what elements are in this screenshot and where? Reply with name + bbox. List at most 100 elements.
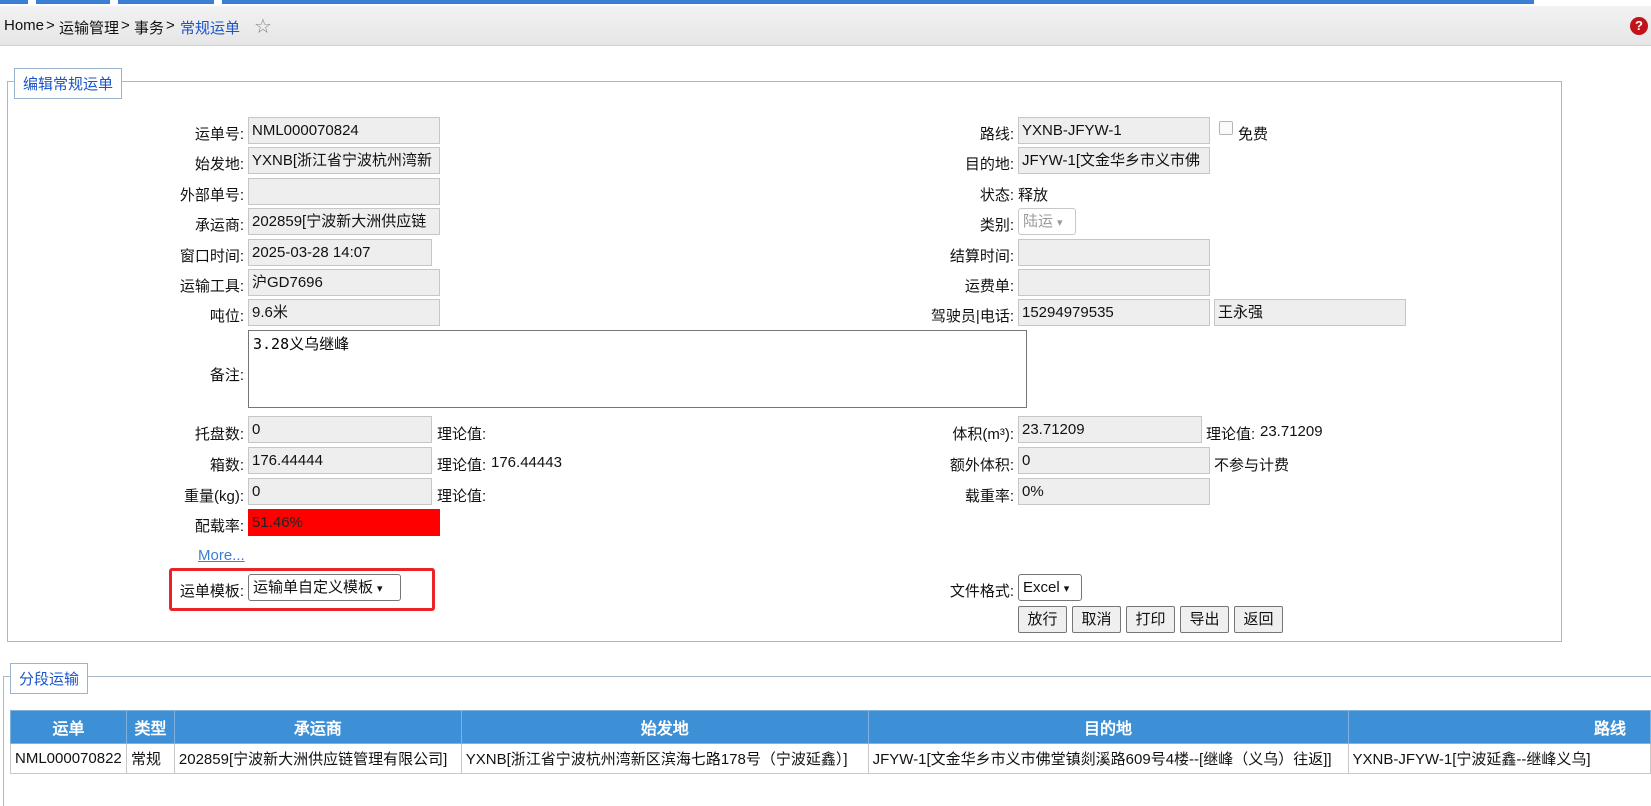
driver-phone-field[interactable]: 15294979535 bbox=[1018, 299, 1210, 326]
category-label: 类别: bbox=[979, 217, 1014, 234]
origin-label: 始发地: bbox=[194, 156, 244, 173]
volume-field[interactable]: 23.71209 bbox=[1018, 416, 1202, 443]
vehicle-field[interactable]: 沪GD7696 bbox=[248, 269, 440, 296]
pallets-theory-label: 理论值: bbox=[437, 426, 487, 443]
status-label: 状态: bbox=[979, 187, 1014, 204]
weight-label: 重量(kg): bbox=[183, 488, 244, 505]
cell-carrier: 202859[宁波新大洲供应链管理有限公司] bbox=[173, 743, 462, 774]
status-value: 释放 bbox=[1018, 187, 1049, 204]
external-no-label: 外部单号: bbox=[179, 187, 244, 204]
table-header-row: 运单 类型 承运商 始发地 目的地 路线 bbox=[10, 710, 1651, 744]
star-icon[interactable]: ☆ bbox=[254, 14, 272, 39]
breadcrumb-current: 常规运单 bbox=[180, 20, 241, 37]
waybill-no-label: 运单号: bbox=[194, 126, 244, 143]
remark-textarea[interactable]: 3.28义乌继峰 bbox=[248, 330, 1027, 408]
segment-legend: 分段运输 bbox=[10, 663, 89, 694]
tab-indicator-active bbox=[118, 0, 214, 4]
volume-label: 体积(m³): bbox=[952, 426, 1014, 443]
pallets-label: 托盘数: bbox=[194, 426, 244, 443]
tonnage-field[interactable]: 9.6米 bbox=[248, 299, 440, 326]
free-checkbox[interactable] bbox=[1219, 121, 1233, 135]
chevron-down-icon: ▾ bbox=[1063, 583, 1070, 595]
load-rate-field[interactable]: 0% bbox=[1018, 478, 1210, 505]
vehicle-label: 运输工具: bbox=[179, 278, 244, 295]
breadcrumb-home[interactable]: Home bbox=[4, 17, 44, 34]
external-no-field[interactable] bbox=[248, 178, 440, 205]
category-select-value: 陆运 bbox=[1023, 213, 1054, 230]
print-button[interactable]: 打印 bbox=[1126, 606, 1175, 633]
window-time-field[interactable]: 2025-03-28 14:07 bbox=[248, 239, 432, 266]
file-format-label: 文件格式: bbox=[949, 583, 1014, 600]
release-button[interactable]: 放行 bbox=[1018, 606, 1067, 633]
back-button[interactable]: 返回 bbox=[1234, 606, 1283, 633]
fill-rate-field[interactable]: 51.46% bbox=[248, 509, 440, 536]
driver-label: 驾驶员|电话: bbox=[930, 308, 1014, 325]
cell-type: 常规 bbox=[125, 743, 175, 774]
destination-label: 目的地: bbox=[964, 156, 1014, 173]
boxes-field[interactable]: 176.44444 bbox=[248, 447, 432, 474]
category-select[interactable]: 陆运 ▾ bbox=[1018, 208, 1076, 235]
weight-theory-label: 理论值: bbox=[437, 488, 487, 505]
column-header-carrier[interactable]: 承运商 bbox=[173, 710, 462, 744]
origin-field[interactable]: YXNB[浙江省宁波杭州湾新 bbox=[248, 147, 440, 174]
extra-volume-note: 不参与计费 bbox=[1214, 457, 1290, 474]
breadcrumb-separator: > bbox=[46, 17, 55, 34]
help-icon[interactable]: ? bbox=[1630, 17, 1648, 35]
edit-waybill-legend: 编辑常规运单 bbox=[14, 68, 123, 99]
driver-name-field[interactable]: 王永强 bbox=[1214, 299, 1406, 326]
column-header-waybill[interactable]: 运单 bbox=[10, 710, 127, 744]
carrier-label: 承运商: bbox=[194, 217, 244, 234]
file-format-select-value: Excel bbox=[1023, 579, 1060, 596]
cancel-button[interactable]: 取消 bbox=[1072, 606, 1121, 633]
breadcrumb: Home > 运输管理 > 事务 > 常规运单 ☆ ? bbox=[0, 6, 1651, 46]
column-header-route[interactable]: 路线 bbox=[1347, 710, 1651, 744]
fill-rate-label: 配载率: bbox=[194, 518, 244, 535]
more-link[interactable]: More... bbox=[198, 547, 245, 564]
carrier-field[interactable]: 202859[宁波新大洲供应链 bbox=[248, 208, 440, 235]
boxes-theory-value: 176.44443 bbox=[491, 454, 562, 471]
template-label: 运单模板: bbox=[179, 583, 244, 600]
freight-bill-label: 运费单: bbox=[964, 278, 1014, 295]
breadcrumb-separator: > bbox=[121, 17, 130, 34]
window-time-label: 窗口时间: bbox=[179, 248, 244, 265]
breadcrumb-separator: > bbox=[166, 17, 175, 34]
volume-theory-label: 理论值: bbox=[1206, 426, 1256, 443]
pallets-field[interactable]: 0 bbox=[248, 416, 432, 443]
template-select[interactable]: 运输单自定义模板 ▾ bbox=[248, 574, 401, 601]
cell-waybill[interactable]: NML000070822 bbox=[10, 743, 127, 774]
freight-bill-field[interactable] bbox=[1018, 269, 1210, 296]
extra-volume-label: 额外体积: bbox=[949, 457, 1014, 474]
boxes-theory-label: 理论值: bbox=[437, 457, 487, 474]
cell-route: YXNB-JFYW-1[宁波延鑫--继峰义乌] bbox=[1347, 743, 1651, 774]
column-header-type[interactable]: 类型 bbox=[125, 710, 175, 744]
tonnage-label: 吨位: bbox=[209, 308, 244, 325]
breadcrumb-transport[interactable]: 运输管理 bbox=[59, 17, 119, 38]
remark-label: 备注: bbox=[209, 367, 244, 384]
table-row[interactable]: NML000070822 常规 202859[宁波新大洲供应链管理有限公司] Y… bbox=[10, 743, 1651, 774]
boxes-label: 箱数: bbox=[209, 457, 244, 474]
tab-indicator bbox=[36, 0, 110, 4]
column-header-destination[interactable]: 目的地 bbox=[867, 710, 1349, 744]
weight-field[interactable]: 0 bbox=[248, 478, 432, 505]
settle-time-field[interactable] bbox=[1018, 239, 1210, 266]
chevron-down-icon: ▾ bbox=[377, 583, 383, 595]
route-field[interactable]: YXNB-JFYW-1 bbox=[1018, 117, 1210, 144]
cell-destination: JFYW-1[文金华乡市义市佛堂镇剡溪路609号4楼--[继峰（义乌）往返]] bbox=[867, 743, 1349, 774]
template-select-value: 运输单自定义模板 bbox=[253, 579, 374, 596]
waybill-no-field[interactable]: NML000070824 bbox=[248, 117, 440, 144]
export-button[interactable]: 导出 bbox=[1180, 606, 1229, 633]
tab-indicator bbox=[0, 0, 28, 4]
column-header-origin[interactable]: 始发地 bbox=[460, 710, 869, 744]
route-label: 路线: bbox=[979, 126, 1014, 143]
chevron-down-icon: ▾ bbox=[1057, 217, 1063, 229]
load-rate-label: 载重率: bbox=[964, 488, 1014, 505]
extra-volume-field[interactable]: 0 bbox=[1018, 447, 1210, 474]
destination-field[interactable]: JFYW-1[文金华乡市义市佛 bbox=[1018, 147, 1210, 174]
tab-indicator bbox=[222, 0, 1534, 4]
breadcrumb-affairs[interactable]: 事务 bbox=[134, 17, 164, 38]
settle-time-label: 结算时间: bbox=[949, 248, 1014, 265]
free-label: 免费 bbox=[1238, 126, 1269, 143]
cell-origin: YXNB[浙江省宁波杭州湾新区滨海七路178号（宁波延鑫）] bbox=[460, 743, 869, 774]
file-format-select[interactable]: Excel ▾ bbox=[1018, 574, 1082, 601]
volume-theory-value: 23.71209 bbox=[1260, 423, 1323, 440]
